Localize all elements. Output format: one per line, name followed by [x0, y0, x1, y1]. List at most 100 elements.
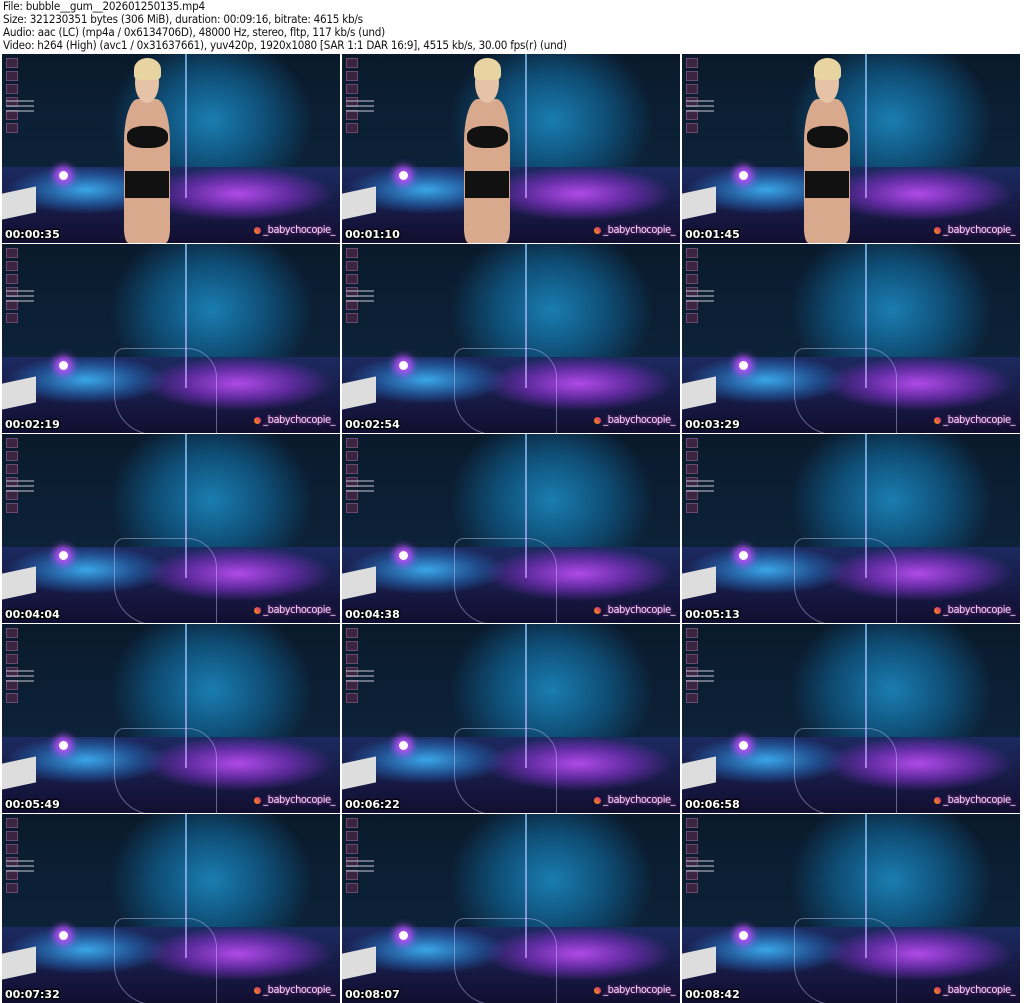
pole [864, 54, 867, 198]
instagram-icon [934, 227, 942, 234]
stream-overlay-list [346, 670, 374, 685]
stream-overlay-list [686, 670, 714, 685]
timestamp: 00:04:38 [345, 608, 400, 621]
timestamp: 00:05:49 [5, 798, 60, 811]
instagram-icon [594, 417, 602, 424]
watermark: _babychocopie_ [594, 413, 675, 426]
instagram-icon [254, 797, 262, 804]
stream-overlay-list [686, 860, 714, 875]
watermark-text: _babychocopie_ [943, 223, 1015, 236]
pole [184, 54, 187, 198]
watermark-text: _babychocopie_ [263, 983, 335, 996]
stream-overlay-widget [6, 248, 32, 323]
instagram-icon [594, 987, 602, 994]
stream-overlay-widget [6, 438, 32, 513]
watermark-text: _babychocopie_ [943, 413, 1015, 426]
timestamp: 00:02:19 [5, 418, 60, 431]
stream-overlay-widget [346, 438, 372, 513]
video-thumbnail[interactable]: _babychocopie_ 00:04:04 [2, 434, 340, 623]
timestamp: 00:01:10 [345, 228, 400, 241]
timestamp: 00:00:35 [5, 228, 60, 241]
stream-overlay-list [6, 670, 34, 685]
stream-overlay-list [6, 290, 34, 305]
watermark-text: _babychocopie_ [603, 793, 675, 806]
video-thumbnail[interactable]: _babychocopie_ 00:03:29 [682, 244, 1020, 433]
video-thumbnail[interactable]: _babychocopie_ 00:02:19 [2, 244, 340, 433]
stream-overlay-list [6, 480, 34, 495]
stream-overlay-list [346, 290, 374, 305]
stream-overlay-widget [686, 438, 712, 513]
video-thumbnail[interactable]: _babychocopie_ 00:01:10 [342, 54, 680, 243]
stream-overlay-list [686, 480, 714, 495]
video-thumbnail[interactable]: _babychocopie_ 00:08:07 [342, 814, 680, 1003]
chair [793, 917, 897, 1003]
timestamp: 00:01:45 [685, 228, 740, 241]
video-thumbnail[interactable]: _babychocopie_ 00:06:22 [342, 624, 680, 813]
watermark-text: _babychocopie_ [263, 413, 335, 426]
watermark-text: _babychocopie_ [603, 603, 675, 616]
video-info: Video: h264 (High) (avc1 / 0x31637661), … [3, 38, 567, 52]
chair [113, 917, 217, 1003]
stream-overlay-list [686, 100, 714, 115]
watermark-text: _babychocopie_ [263, 223, 335, 236]
watermark-text: _babychocopie_ [943, 603, 1015, 616]
watermark-text: _babychocopie_ [263, 603, 335, 616]
watermark: _babychocopie_ [254, 223, 335, 236]
video-thumbnail[interactable]: _babychocopie_ 00:00:35 [2, 54, 340, 243]
pole [524, 54, 527, 198]
stream-overlay-list [6, 100, 34, 115]
timestamp: 00:02:54 [345, 418, 400, 431]
chair [113, 347, 217, 433]
instagram-icon [254, 987, 262, 994]
video-thumbnail[interactable]: _babychocopie_ 00:08:42 [682, 814, 1020, 1003]
chair [113, 727, 217, 813]
stream-overlay-list [6, 860, 34, 875]
watermark-text: _babychocopie_ [263, 793, 335, 806]
person [797, 54, 858, 243]
watermark: _babychocopie_ [594, 983, 675, 996]
timestamp: 00:07:32 [5, 988, 60, 1001]
stream-overlay-list [346, 100, 374, 115]
chair [113, 537, 217, 623]
instagram-icon [934, 797, 942, 804]
stream-overlay-list [346, 860, 374, 875]
video-thumbnail[interactable]: _babychocopie_ 00:05:13 [682, 434, 1020, 623]
chair [453, 727, 557, 813]
watermark: _babychocopie_ [934, 603, 1015, 616]
stream-overlay-widget [686, 628, 712, 703]
stream-overlay-widget [6, 628, 32, 703]
watermark: _babychocopie_ [934, 793, 1015, 806]
video-thumbnail[interactable]: _babychocopie_ 00:04:38 [342, 434, 680, 623]
video-thumbnail[interactable]: _babychocopie_ 00:07:32 [2, 814, 340, 1003]
watermark-text: _babychocopie_ [943, 983, 1015, 996]
watermark: _babychocopie_ [594, 603, 675, 616]
stream-overlay-widget [346, 58, 372, 133]
video-thumbnail[interactable]: _babychocopie_ 00:06:58 [682, 624, 1020, 813]
stream-overlay-list [686, 290, 714, 305]
stream-overlay-widget [346, 818, 372, 893]
chair [453, 537, 557, 623]
chair [793, 727, 897, 813]
instagram-icon [254, 417, 262, 424]
watermark: _babychocopie_ [934, 983, 1015, 996]
watermark: _babychocopie_ [594, 793, 675, 806]
watermark: _babychocopie_ [594, 223, 675, 236]
stream-overlay-widget [686, 818, 712, 893]
timestamp: 00:08:42 [685, 988, 740, 1001]
chair [453, 917, 557, 1003]
watermark-text: _babychocopie_ [603, 983, 675, 996]
video-thumbnail[interactable]: _babychocopie_ 00:01:45 [682, 54, 1020, 243]
chair [793, 347, 897, 433]
instagram-icon [934, 987, 942, 994]
person [117, 54, 178, 243]
chair [453, 347, 557, 433]
watermark: _babychocopie_ [934, 413, 1015, 426]
video-thumbnail[interactable]: _babychocopie_ 00:05:49 [2, 624, 340, 813]
instagram-icon [594, 797, 602, 804]
video-thumbnail[interactable]: _babychocopie_ 00:02:54 [342, 244, 680, 433]
timestamp: 00:06:58 [685, 798, 740, 811]
timestamp: 00:03:29 [685, 418, 740, 431]
watermark: _babychocopie_ [254, 983, 335, 996]
watermark: _babychocopie_ [934, 223, 1015, 236]
watermark: _babychocopie_ [254, 793, 335, 806]
